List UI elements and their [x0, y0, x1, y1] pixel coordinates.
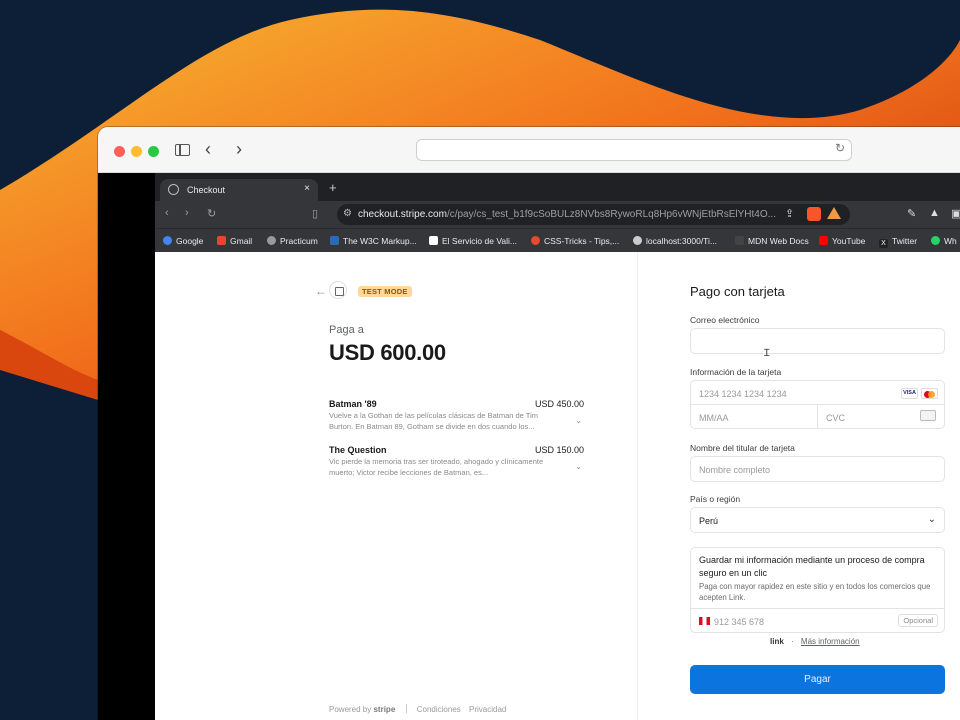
pay-button[interactable]: Pagar: [690, 665, 945, 694]
share-icon[interactable]: ⇪: [785, 207, 794, 220]
order-summary: ← TEST MODE Paga a USD 600.00 Batman '89…: [155, 252, 637, 720]
safari-window: ‹ › ↻ Checkout × + ‹ › ↻ ▯ ⚙ checkout.st…: [98, 127, 960, 720]
payment-form: Pago con tarjeta Correo electrónico Ɪ In…: [638, 252, 960, 720]
cvc-field[interactable]: CVC: [826, 413, 845, 423]
url-bar[interactable]: ⚙ checkout.stripe.com/c/pay/cs_test_b1f9…: [337, 204, 850, 225]
back-icon[interactable]: ‹: [165, 207, 169, 219]
profile-icon[interactable]: ▣: [951, 207, 960, 220]
bookmark-twitter[interactable]: X Twitter: [879, 236, 917, 248]
chevron-down-icon[interactable]: ⌄: [575, 462, 582, 471]
mastercard-icon: [921, 388, 938, 399]
bookmark-mdn[interactable]: MDN Web Docs: [735, 236, 809, 246]
item-price: USD 150.00: [534, 445, 584, 455]
extensions-icon[interactable]: ▲: [929, 207, 940, 219]
url-host: checkout.stripe.com: [358, 209, 447, 220]
line-item: Batman '89 USD 450.00 Vuelve a la Gothan…: [329, 399, 584, 439]
powered-by-label: Powered by: [329, 705, 372, 714]
site-info-icon[interactable]: ⚙: [343, 208, 352, 219]
bookmark-w3c[interactable]: The W3C Markup...: [330, 236, 417, 246]
item-description: Vic pierde la memoria tras ser tiroteado…: [329, 457, 544, 477]
sidebar-icon[interactable]: [175, 144, 190, 156]
bookmark-localhost[interactable]: localhost:3000/Ti...: [633, 236, 717, 246]
cardholder-label: Nombre del titular de tarjeta: [690, 443, 795, 453]
reload-icon[interactable]: ↻: [835, 141, 845, 155]
chrome-toolbar: ‹ › ↻ ▯ ⚙ checkout.stripe.com/c/pay/cs_t…: [155, 201, 960, 228]
stripe-logo[interactable]: stripe: [373, 705, 395, 714]
pen-icon[interactable]: ✎: [907, 207, 916, 220]
country-select[interactable]: Perú ⌄: [690, 507, 945, 533]
forward-icon[interactable]: ›: [185, 207, 189, 219]
line-item: The Question USD 150.00 Vic pierde la me…: [329, 445, 584, 485]
store-icon: [329, 281, 347, 299]
card-info-group: 1234 1234 1234 1234 VISA MM/AA CVC: [690, 380, 945, 429]
email-field[interactable]: [690, 328, 945, 354]
link-save-description: Paga con mayor rapidez en este sitio y e…: [699, 582, 931, 602]
visa-icon: VISA: [901, 388, 918, 399]
cardholder-name-field[interactable]: Nombre completo: [690, 456, 945, 482]
bookmark-whatsapp[interactable]: Wh: [931, 236, 957, 246]
country-value: Perú: [699, 516, 719, 526]
item-name: The Question: [329, 445, 387, 455]
url-path: /c/pay/cs_test_b1f9cSoBULz8NVbs8RywoRLq8…: [446, 209, 776, 220]
text-cursor-icon: Ɪ: [764, 348, 770, 359]
item-price: USD 450.00: [534, 399, 584, 409]
forward-arrow-icon[interactable]: ›: [236, 139, 242, 159]
back-arrow-icon[interactable]: ‹: [205, 139, 211, 159]
close-tab-icon[interactable]: ×: [304, 183, 310, 194]
item-name: Batman '89: [329, 399, 377, 409]
card-number-placeholder: 1234 1234 1234 1234: [699, 389, 787, 399]
expiry-field[interactable]: MM/AA: [699, 413, 729, 423]
globe-icon: [168, 184, 179, 195]
rewards-icon[interactable]: [827, 207, 841, 219]
email-label: Correo electrónico: [690, 315, 760, 325]
optional-badge: Opcional: [898, 614, 938, 627]
close-window-button[interactable]: [114, 146, 125, 157]
cardholder-placeholder: Nombre completo: [699, 465, 771, 475]
link-save-box: Guardar mi información mediante un proce…: [690, 547, 945, 633]
item-description: Vuelve a la Gothan de las películas clás…: [329, 411, 539, 431]
chevron-down-icon[interactable]: ⌄: [575, 416, 582, 425]
pay-to-label: Paga a: [329, 324, 364, 336]
reload-icon[interactable]: ↻: [207, 207, 216, 220]
total-amount: USD 600.00: [329, 340, 446, 365]
bookmarks-bar: Google Gmail Practicum The W3C Markup...…: [155, 228, 960, 252]
link-info-row: link · Más información: [770, 637, 860, 646]
peru-flag-icon: [699, 617, 710, 625]
bookmark-validator[interactable]: El Servicio de Vali...: [429, 236, 517, 246]
chrome-browser: Checkout × + ‹ › ↻ ▯ ⚙ checkout.stripe.c…: [155, 173, 960, 252]
test-mode-badge: TEST MODE: [358, 286, 412, 297]
page-footer: Powered by stripe Condiciones Privacidad: [329, 704, 506, 714]
bookmark-css-tricks[interactable]: CSS-Tricks - Tips,...: [531, 236, 619, 246]
card-info-label: Información de la tarjeta: [690, 367, 782, 377]
cvc-card-icon: [920, 410, 936, 421]
bookmark-youtube[interactable]: YouTube: [819, 236, 865, 246]
safari-toolbar: ‹ › ↻: [98, 127, 960, 173]
back-arrow-icon[interactable]: ←: [315, 284, 327, 298]
tab-title: Checkout: [187, 185, 226, 195]
brave-shield-icon[interactable]: [807, 207, 821, 221]
new-tab-button[interactable]: +: [329, 180, 337, 195]
phone-field[interactable]: 912 345 678 Opcional: [691, 608, 944, 633]
minimize-window-button[interactable]: [131, 146, 142, 157]
form-heading: Pago con tarjeta: [690, 284, 785, 299]
phone-placeholder: 912 345 678: [714, 617, 765, 627]
bookmark-practicum[interactable]: Practicum: [267, 236, 318, 246]
chevron-down-icon: ⌄: [927, 514, 936, 525]
bookmark-icon[interactable]: ▯: [312, 207, 318, 220]
link-logo: link: [770, 637, 784, 646]
link-save-title: Guardar mi información mediante un proce…: [699, 555, 925, 578]
checkout-page: ← TEST MODE Paga a USD 600.00 Batman '89…: [155, 252, 960, 720]
bookmark-gmail[interactable]: Gmail: [217, 236, 252, 246]
country-label: País o región: [690, 494, 741, 504]
terms-link[interactable]: Condiciones: [417, 705, 461, 714]
zoom-window-button[interactable]: [148, 146, 159, 157]
bookmark-google[interactable]: Google: [163, 236, 203, 246]
safari-address-bar[interactable]: ↻: [416, 139, 852, 161]
tab-checkout[interactable]: Checkout ×: [160, 179, 318, 201]
card-number-field[interactable]: 1234 1234 1234 1234 VISA: [691, 381, 944, 405]
privacy-link[interactable]: Privacidad: [469, 705, 506, 714]
more-info-link[interactable]: Más información: [801, 637, 860, 646]
